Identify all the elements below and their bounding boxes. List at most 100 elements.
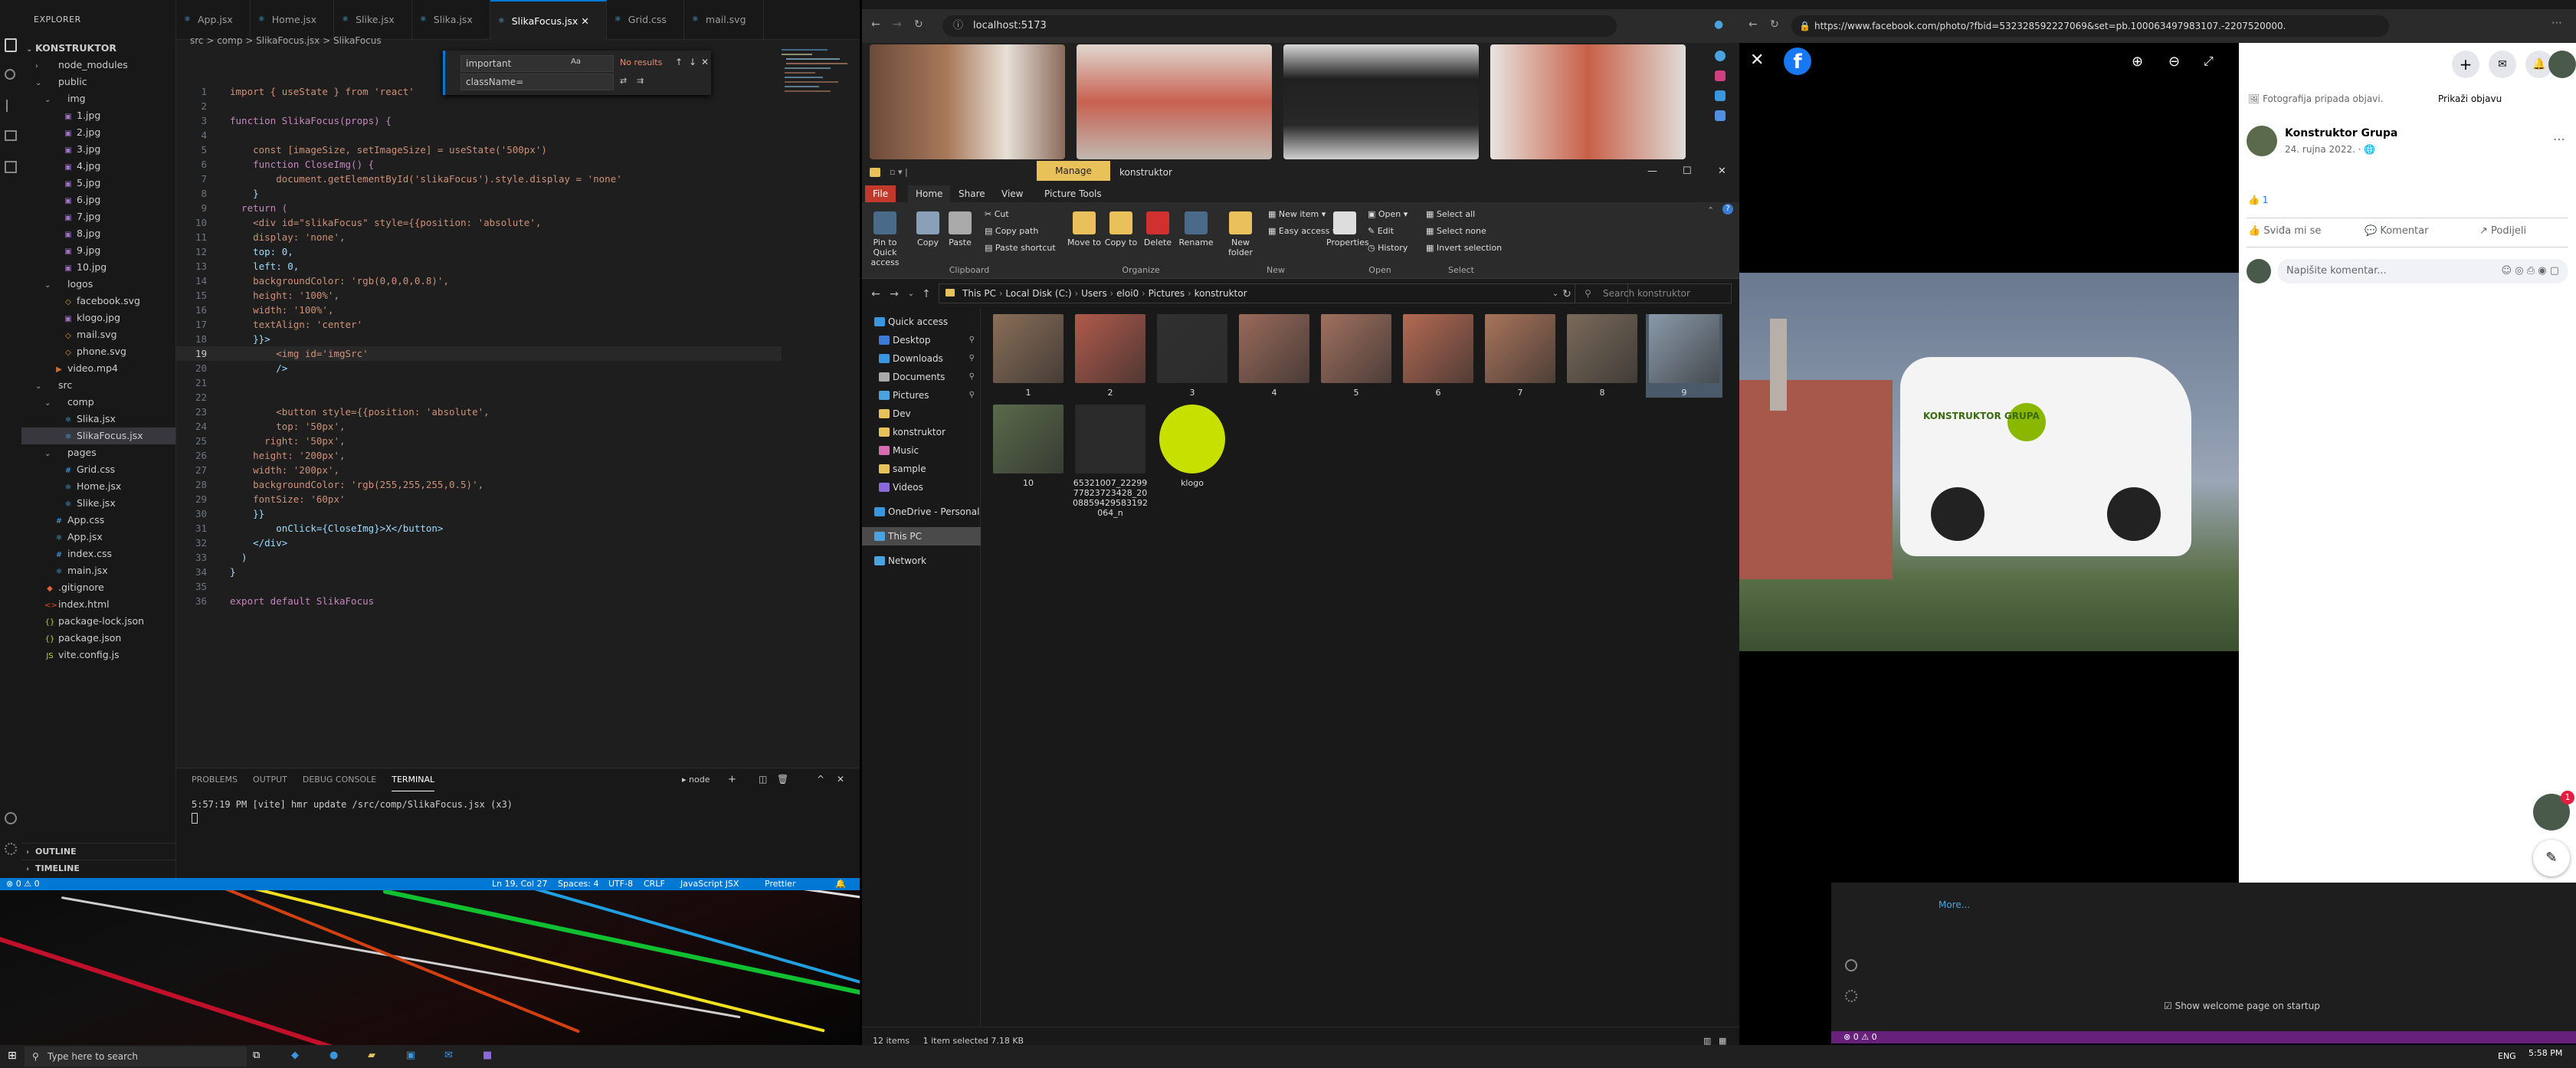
edge-taskbar-icon[interactable]: ● bbox=[329, 1050, 338, 1061]
file-item[interactable]: 10 bbox=[990, 405, 1067, 488]
nav-item[interactable]: Downloads ⚲ bbox=[862, 349, 981, 368]
code-line[interactable]: 34} bbox=[176, 565, 782, 579]
shopping-icon[interactable] bbox=[1715, 70, 1726, 81]
copy-button[interactable]: Copy bbox=[909, 211, 946, 247]
account-avatar[interactable] bbox=[2548, 51, 2576, 78]
replace-one-icon[interactable]: ⇄ bbox=[620, 76, 627, 86]
forward-icon[interactable]: → bbox=[887, 287, 902, 302]
replace-input[interactable]: className= bbox=[460, 74, 614, 90]
tree-file[interactable]: ▣ 2.jpg bbox=[21, 124, 175, 141]
gallery-image-1[interactable] bbox=[870, 44, 1065, 159]
code-line[interactable]: 6 function CloseImg() { bbox=[176, 157, 782, 172]
show-post-link[interactable]: Prikaži objavu bbox=[2438, 93, 2502, 104]
page-avatar[interactable] bbox=[2247, 126, 2277, 156]
tree-folder[interactable]: ⌄ pages bbox=[21, 444, 175, 461]
code-line[interactable]: 3 function SlikaFocus(props) { bbox=[176, 113, 782, 128]
tree-file[interactable]: ◇ phone.svg bbox=[21, 343, 175, 360]
minimap[interactable] bbox=[782, 49, 850, 110]
properties-button[interactable]: Properties bbox=[1326, 211, 1369, 247]
new-terminal-icon[interactable]: + bbox=[728, 774, 736, 785]
refresh-icon[interactable]: ↻ bbox=[1770, 18, 1779, 31]
code-line[interactable]: 30 }} bbox=[176, 506, 782, 521]
edit-button[interactable]: ✎ Edit bbox=[1368, 224, 1394, 239]
tree-file[interactable]: ⚛ Slika.jsx bbox=[21, 411, 175, 428]
code-line[interactable]: 24 top: '50px', bbox=[176, 419, 782, 434]
cut-button[interactable]: ✂ Cut bbox=[985, 207, 1009, 222]
tree-file[interactable]: ▣ 5.jpg bbox=[21, 175, 175, 192]
post-options-icon[interactable]: ⋯ bbox=[2553, 132, 2565, 146]
tree-file[interactable]: ▣ 6.jpg bbox=[21, 192, 175, 208]
code-line[interactable]: 19 <img id='imgSrc' bbox=[176, 346, 782, 361]
ribbon-tab[interactable]: Share bbox=[951, 185, 993, 202]
pin-quick-access-button[interactable]: Pin to Quick access bbox=[867, 211, 903, 267]
nav-item[interactable]: Documents ⚲ bbox=[862, 368, 981, 386]
close-find-icon[interactable]: ✕ bbox=[701, 57, 709, 67]
copy-to-button[interactable]: Copy to bbox=[1103, 211, 1139, 247]
close-tab-icon[interactable]: ✕ bbox=[578, 15, 588, 27]
comment-input[interactable]: Napišite komentar... ☺ ◎ ⎙ ◉ ▢ bbox=[2277, 259, 2568, 283]
fullscreen-icon[interactable]: ⤢ bbox=[2204, 54, 2214, 69]
close-icon[interactable]: ✕ bbox=[1718, 165, 1726, 177]
tree-file[interactable]: ◆ .gitignore bbox=[21, 579, 175, 596]
tree-folder[interactable]: ⌄ public bbox=[21, 74, 175, 90]
extensions-icon[interactable] bbox=[5, 161, 17, 173]
tree-file[interactable]: ▣ 8.jpg bbox=[21, 225, 175, 242]
cursor-position[interactable]: Ln 19, Col 27 bbox=[492, 878, 548, 890]
gallery-image-4[interactable] bbox=[1490, 44, 1686, 159]
tree-file[interactable]: ◇ mail.svg bbox=[21, 326, 175, 343]
tree-folder[interactable]: › node_modules bbox=[21, 57, 175, 74]
code-line[interactable]: 13 left: 0, bbox=[176, 259, 782, 274]
code-line[interactable]: 26 height: '200px', bbox=[176, 448, 782, 463]
manage-context-tab[interactable]: Manage bbox=[1037, 161, 1110, 181]
panel-tab[interactable]: PROBLEMS bbox=[192, 768, 238, 791]
refresh-icon[interactable]: ↻ bbox=[1559, 287, 1575, 302]
code-line[interactable]: 31 onClick={CloseImg}>X</button> bbox=[176, 521, 782, 536]
problems-count[interactable]: ⊗ 0 ⚠ 0 bbox=[6, 878, 40, 890]
file-item[interactable]: 3 bbox=[1154, 314, 1231, 398]
code-line[interactable]: 20 /> bbox=[176, 361, 782, 375]
page-name[interactable]: Konstruktor Grupa bbox=[2285, 127, 2397, 139]
recent-locations-icon[interactable]: ⌄ bbox=[903, 287, 919, 302]
explorer-search-input[interactable]: ⚲ Search konstruktor bbox=[1575, 283, 1732, 303]
tools-icon[interactable] bbox=[1715, 90, 1726, 101]
source-control-icon[interactable] bbox=[6, 100, 15, 112]
account-icon[interactable] bbox=[5, 812, 17, 824]
collapse-ribbon-icon[interactable]: ⌃ bbox=[1707, 205, 1714, 215]
invert-selection-button[interactable]: ▦ Invert selection bbox=[1426, 241, 1502, 256]
close-photo-icon[interactable]: ✕ bbox=[1750, 51, 1764, 70]
kill-terminal-icon[interactable]: 🗑 bbox=[777, 774, 788, 785]
up-icon[interactable]: ↑ bbox=[919, 287, 934, 302]
zoom-in-icon[interactable]: ⊕ bbox=[2132, 54, 2143, 70]
back-icon[interactable]: ← bbox=[1748, 18, 1758, 31]
code-line[interactable]: 21 bbox=[176, 375, 782, 390]
nav-item[interactable]: Music bbox=[862, 441, 981, 460]
tree-file[interactable]: JS vite.config.js bbox=[21, 647, 175, 663]
replace-all-icon[interactable]: ⇉ bbox=[637, 76, 644, 86]
language-mode[interactable]: JavaScript JSX bbox=[680, 878, 739, 890]
nav-item[interactable]: Pictures ⚲ bbox=[862, 386, 981, 405]
refresh-icon[interactable]: ↻ bbox=[914, 18, 923, 31]
nav-item[interactable]: Quick access bbox=[862, 313, 981, 331]
clock[interactable]: 5:58 PM bbox=[2528, 1048, 2562, 1058]
code-line[interactable]: 4 bbox=[176, 128, 782, 143]
tree-file[interactable]: {} package.json bbox=[21, 630, 175, 647]
next-match-icon[interactable]: ↓ bbox=[689, 57, 696, 67]
like-count[interactable]: 👍 1 bbox=[2248, 195, 2268, 205]
tree-file[interactable]: ⚛ Home.jsx bbox=[21, 478, 175, 495]
tree-file[interactable]: ⚛ Slike.jsx bbox=[21, 495, 175, 512]
minimize-icon[interactable]: — bbox=[1647, 165, 1657, 177]
ribbon-tab[interactable]: View bbox=[994, 185, 1031, 202]
code-line[interactable]: 33 ) bbox=[176, 550, 782, 565]
select-all-button[interactable]: ▦ Select all bbox=[1426, 207, 1475, 222]
code-line[interactable]: 12 top: 0, bbox=[176, 244, 782, 259]
account-icon[interactable] bbox=[1845, 959, 1857, 971]
file-item[interactable]: 9 bbox=[1646, 314, 1722, 398]
nav-item[interactable]: konstruktor bbox=[862, 423, 981, 441]
browser-tab-strip[interactable] bbox=[862, 0, 1739, 9]
tree-file[interactable]: {} package-lock.json bbox=[21, 613, 175, 630]
code-line[interactable]: 17 textAlign: 'center' bbox=[176, 317, 782, 332]
tree-file[interactable]: ⚛ App.jsx bbox=[21, 529, 175, 545]
path-segment[interactable]: konstruktor bbox=[1195, 288, 1247, 299]
nav-item[interactable]: This PC bbox=[862, 527, 981, 545]
previous-match-icon[interactable]: ↑ bbox=[675, 57, 683, 67]
